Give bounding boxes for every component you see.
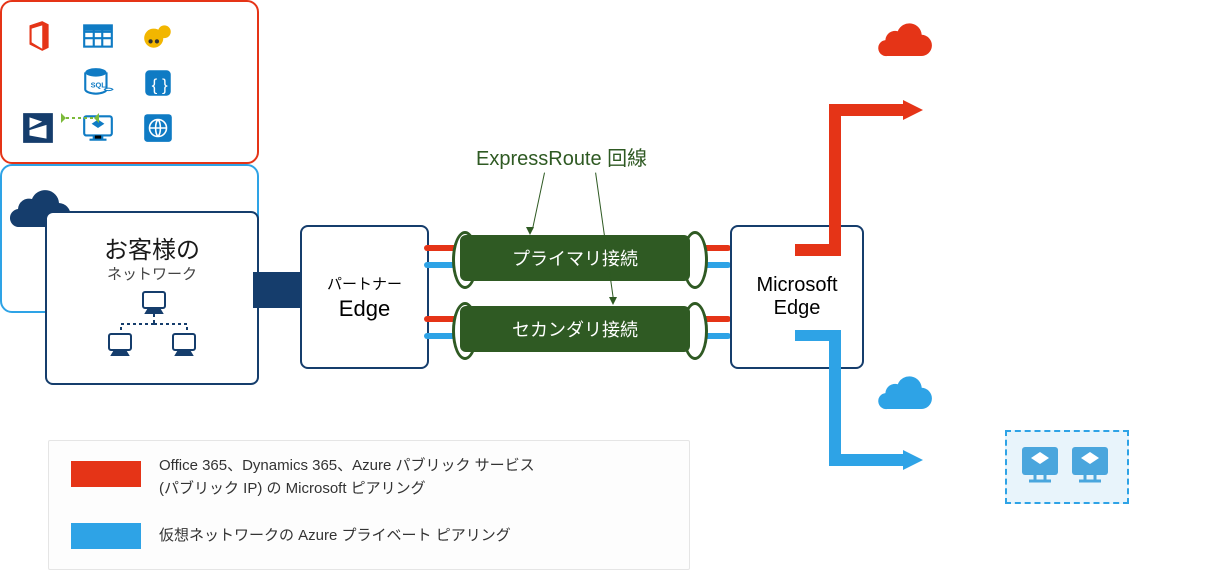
arrow-head-icon — [609, 297, 617, 305]
office-365-icon — [20, 18, 56, 54]
web-app-icon — [140, 110, 176, 146]
sql-database-icon: SQL — [80, 65, 116, 101]
cloud-microsoft-peering-icon — [873, 17, 935, 57]
microsoft-edge-label1: Microsoft — [756, 274, 837, 297]
primary-connection-tube: プライマリ接続 — [460, 235, 690, 281]
microsoft-edge-label2: Edge — [774, 297, 821, 320]
legend-swatch-blue — [71, 523, 141, 549]
vnet-peering-icon — [60, 108, 100, 128]
customer-title: お客様の — [104, 230, 200, 265]
primary-connection-label: プライマリ接続 — [512, 245, 638, 271]
vm-icon — [1019, 442, 1061, 490]
customer-to-partner-link — [253, 272, 303, 308]
expressroute-circuit-label: ExpressRoute 回線 — [476, 142, 647, 171]
legend-box: Office 365、Dynamics 365、Azure パブリック サービス… — [48, 440, 690, 570]
arrow-head-icon — [526, 227, 534, 235]
legend-text-microsoft-peering: Office 365、Dynamics 365、Azure パブリック サービス… — [159, 455, 679, 500]
customer-network-box: お客様の ネットワーク — [45, 211, 259, 385]
subnet-group — [1005, 430, 1129, 504]
microsoft-services-box: SQL { } — [0, 0, 259, 164]
partner-edge-label1: パートナー — [327, 273, 402, 294]
arrow-line — [532, 173, 545, 230]
svg-text:{ }: { } — [152, 75, 168, 94]
partner-edge-label2: Edge — [339, 296, 390, 322]
dynamics-365-icon — [20, 110, 56, 146]
logic-apps-icon: { } — [140, 65, 176, 101]
svg-text:SQL: SQL — [91, 80, 107, 89]
legend-text-private-peering: 仮想ネットワークの Azure プライベート ピアリング — [159, 525, 511, 548]
secondary-connection-label: セカンダリ接続 — [512, 316, 638, 342]
customer-lan-icon — [105, 290, 200, 367]
microsoft-peering-connector — [795, 100, 925, 260]
customer-subtitle: ネットワーク — [107, 263, 197, 284]
private-peering-connector — [795, 330, 925, 480]
secondary-connection-tube: セカンダリ接続 — [460, 306, 690, 352]
legend-swatch-red — [71, 461, 141, 487]
vm-icon — [1069, 442, 1111, 490]
storage-table-icon — [80, 18, 116, 54]
hdinsight-icon — [140, 18, 176, 54]
partner-edge-box: パートナー Edge — [300, 225, 429, 369]
